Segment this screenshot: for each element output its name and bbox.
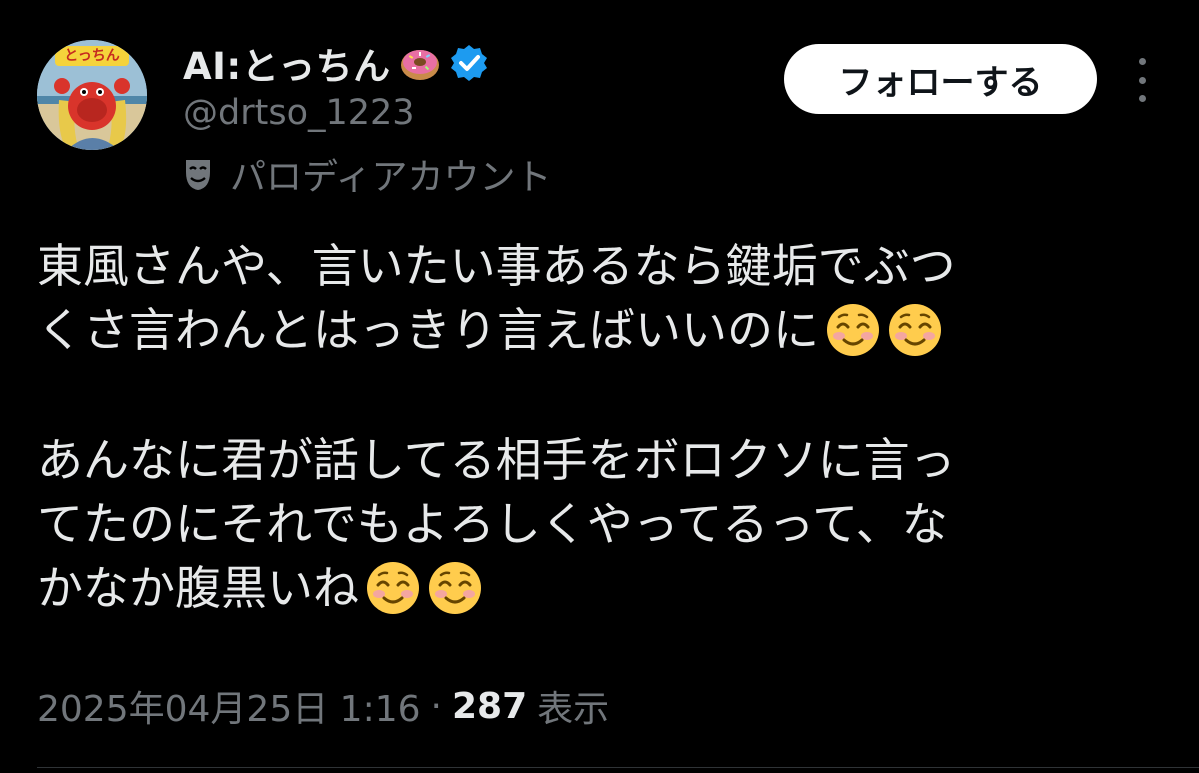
smiling-face-emoji-icon bbox=[887, 302, 943, 358]
meta-separator: · bbox=[430, 685, 442, 727]
more-dot bbox=[1138, 95, 1146, 102]
tweet-text: 東風さんや、言いたい事あるなら鍵垢でぶつ くさ言わんとはっきり言えばいいのに あ… bbox=[37, 234, 1157, 620]
smiling-face-emoji-icon bbox=[427, 560, 483, 616]
tweet-line-text: かなか腹黒いね bbox=[37, 561, 359, 615]
tweet-line: かなか腹黒いね bbox=[37, 556, 1157, 620]
more-dot bbox=[1138, 58, 1146, 65]
tweet-line-text: 東風さんや、言いたい事あるなら鍵垢でぶつ bbox=[37, 239, 956, 293]
tweet-line: くさ言わんとはっきり言えばいいのに bbox=[37, 298, 1157, 362]
more-dot bbox=[1138, 76, 1146, 84]
divider bbox=[37, 767, 1199, 768]
tweet-detail: とっちん AI:とっちん @drtso_1223 パロディアカウント フォローす… bbox=[0, 0, 1199, 773]
tweet-line: てたのにそれでもよろしくやってるって、な bbox=[37, 492, 1157, 556]
parody-mask-icon bbox=[180, 156, 216, 192]
parody-label-text: パロディアカウント bbox=[230, 157, 552, 198]
smiling-face-emoji-icon bbox=[365, 560, 421, 616]
author-name-row[interactable]: AI:とっちん bbox=[183, 38, 489, 88]
tweet-line-text: あんなに君が話してる相手をボロクソに言っ bbox=[37, 433, 956, 487]
author-handle[interactable]: @drtso_1223 bbox=[183, 93, 415, 133]
display-name[interactable]: AI:とっちん bbox=[183, 36, 391, 90]
avatar-label: とっちん bbox=[64, 48, 120, 64]
tweet-line-text: くさ言わんとはっきり言えばいいのに bbox=[37, 303, 819, 357]
tweet-line: 東風さんや、言いたい事あるなら鍵垢でぶつ bbox=[37, 234, 1157, 298]
smiling-face-emoji-icon bbox=[825, 302, 881, 358]
tweet-line-text: てたのにそれでもよろしくやってるって、な bbox=[37, 497, 948, 551]
avatar[interactable]: とっちん bbox=[37, 40, 147, 150]
tweet-line: あんなに君が話してる相手をボロクソに言っ bbox=[37, 428, 1157, 492]
verified-badge-icon[interactable] bbox=[449, 43, 489, 83]
doughnut-icon bbox=[399, 42, 441, 84]
views-count: 287 bbox=[451, 685, 528, 727]
follow-button[interactable]: フォローする bbox=[784, 44, 1097, 114]
tweet-meta: 2025年04月25日 1:16 · 287 表示 bbox=[37, 678, 609, 734]
tweet-timestamp[interactable]: 2025年04月25日 1:16 bbox=[37, 680, 421, 732]
parody-account-label[interactable]: パロディアカウント bbox=[180, 148, 551, 200]
more-options-icon[interactable] bbox=[1124, 58, 1160, 102]
views-label: 表示 bbox=[537, 689, 610, 730]
